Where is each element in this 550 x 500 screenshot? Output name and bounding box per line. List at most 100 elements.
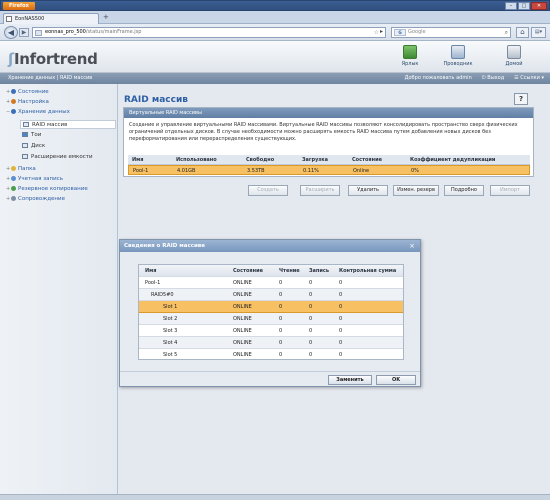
url-host: eonnas_pro_500: [45, 29, 86, 35]
browser-tab[interactable]: EonNAS500: [3, 13, 99, 24]
col-load: Загрузка: [302, 157, 329, 163]
dcol-status: Состояние: [233, 268, 263, 274]
sidebar-item-storage[interactable]: − Хранение данных: [6, 108, 70, 117]
search-engine-icon[interactable]: G: [394, 29, 406, 36]
details-button[interactable]: Подробно: [444, 185, 484, 196]
dcol-name: Имя: [145, 268, 157, 274]
table-row[interactable]: Pool-1 4.01GB 3.53TB 0.11% Online 0%: [128, 165, 530, 175]
col-free: Свободно: [246, 157, 275, 163]
address-bar[interactable]: eonnas_pro_500/status/mainFrame.jsp ☆: [32, 27, 386, 38]
volume-icon: [22, 132, 28, 137]
breadcrumb: Хранение данных | RAID массив: [8, 75, 93, 81]
go-arrow-icon[interactable]: ▸: [380, 28, 383, 35]
close-window-icon[interactable]: ✕: [531, 2, 547, 10]
sidebar-item-folder[interactable]: + Папка: [6, 165, 36, 174]
cell-used: 4.01GB: [177, 168, 196, 174]
cell-status: Online: [353, 168, 370, 174]
browser-title-bar: Firefox – □ ✕: [0, 0, 550, 11]
sidebar-item-disk[interactable]: Диск: [22, 142, 45, 151]
table-row[interactable]: Slot 1 ONLINE 0 0 0: [139, 301, 403, 313]
search-placeholder: Google: [408, 29, 426, 35]
home-label: Домой: [505, 61, 523, 67]
welcome-text: Добро пожаловать admin: [404, 75, 472, 81]
new-tab-button[interactable]: +: [103, 14, 112, 22]
firefox-menu-button[interactable]: Firefox: [3, 2, 35, 10]
sidebar-item-volume[interactable]: Тои: [22, 131, 41, 140]
table-row[interactable]: Slot 2 ONLINE 0 0 0: [139, 313, 403, 325]
import-button[interactable]: Импорт: [490, 185, 530, 196]
explorer-button[interactable]: Проводник: [436, 44, 480, 71]
table-row[interactable]: Slot 4 ONLINE 0 0 0: [139, 337, 403, 349]
shortcut-button[interactable]: Ярлык: [388, 44, 432, 71]
maintenance-icon: [11, 196, 16, 201]
dialog-title: Сведения о RAID массиве: [120, 240, 420, 252]
shortcut-icon: [403, 45, 417, 59]
raid-details-dialog: Сведения о RAID массиве × Имя Состояние …: [119, 239, 421, 387]
links-menu[interactable]: ☰ Ссылки ▾: [514, 73, 544, 84]
search-input[interactable]: G Google ⌕: [391, 27, 511, 38]
raid-icon: [23, 122, 29, 127]
sidebar-item-account[interactable]: + Учетная запись: [6, 175, 63, 184]
search-icon[interactable]: ⌕: [505, 28, 508, 37]
page-icon: [6, 16, 12, 22]
account-icon: [11, 176, 16, 181]
page-footer: [0, 494, 550, 500]
status-icon: [11, 89, 16, 94]
help-button[interactable]: ?: [514, 93, 528, 105]
expand-button[interactable]: Расширить: [300, 185, 340, 196]
raid-table-header: Имя Использовано Свободно Загрузка Состо…: [128, 155, 530, 165]
dialog-footer: Заменить OK: [120, 371, 420, 387]
col-dedup: Коэффициент дедупликации: [410, 157, 496, 163]
dialog-table: Имя Состояние Чтение Запись Контрольная …: [138, 264, 404, 360]
dcol-read: Чтение: [279, 268, 300, 274]
disk-icon: [22, 143, 28, 148]
dcol-write: Запись: [309, 268, 330, 274]
logout-link[interactable]: ⏻ Выход: [482, 73, 504, 84]
maximize-icon[interactable]: □: [518, 2, 530, 10]
delete-button[interactable]: Удалить: [348, 185, 388, 196]
app-header: ʃInfortrend Ярлык Проводник Домой: [0, 41, 550, 73]
cell-free: 3.53TB: [247, 168, 265, 174]
ok-button[interactable]: OK: [376, 375, 416, 385]
replace-button[interactable]: Заменить: [328, 375, 372, 385]
col-name: Имя: [132, 157, 144, 163]
sidebar-item-backup[interactable]: + Резервное копирование: [6, 185, 88, 194]
settings-icon: [11, 99, 16, 104]
cell-name: Pool-1: [133, 168, 149, 174]
sidebar-item-maintenance[interactable]: + Сопровождение: [6, 195, 65, 204]
panel-description: Создание и управление виртуальными RAID …: [129, 122, 518, 142]
table-row[interactable]: Slot 5 ONLINE 0 0 0: [139, 349, 403, 361]
storage-icon: [11, 109, 16, 114]
forward-arrow-icon[interactable]: ▶: [19, 28, 29, 37]
table-row[interactable]: RAID5#0 ONLINE 0 0 0: [139, 289, 403, 301]
home-button[interactable]: Домой: [492, 44, 536, 71]
table-row[interactable]: Pool-1 ONLINE 0 0 0: [139, 277, 403, 289]
home-icon: [507, 45, 521, 59]
sidebar-item-status[interactable]: + Состояние: [6, 88, 49, 97]
action-bar: Создать Расширить Удалить Измен. резерв …: [118, 185, 550, 197]
change-spare-button[interactable]: Измен. резерв: [393, 185, 439, 196]
home-icon[interactable]: ⌂: [516, 27, 529, 38]
close-icon[interactable]: ×: [409, 240, 415, 252]
sidebar-item-settings[interactable]: + Настройка: [6, 98, 49, 107]
menu-icon[interactable]: ▤▾: [531, 27, 546, 38]
sidebar-item-raid[interactable]: RAID массив: [20, 120, 116, 129]
minimize-icon[interactable]: –: [505, 2, 517, 10]
cell-dedup: 0%: [411, 168, 419, 174]
sidebar-item-expand[interactable]: Расширение емкости: [22, 153, 93, 162]
url-path: /status/mainFrame.jsp: [85, 29, 142, 35]
back-arrow-icon[interactable]: ◀: [4, 26, 18, 39]
status-strip: Хранение данных | RAID массив Добро пожа…: [0, 73, 550, 84]
cell-load: 0.11%: [303, 168, 319, 174]
raid-panel: Виртуальные RAID массивы Создание и упра…: [123, 107, 534, 177]
tab-title: EonNAS500: [15, 16, 45, 22]
shortcut-label: Ярлык: [401, 61, 419, 67]
table-row[interactable]: Slot 3 ONLINE 0 0 0: [139, 325, 403, 337]
expand-icon: [22, 154, 28, 159]
panel-title: Виртуальные RAID массивы: [124, 108, 533, 118]
create-button[interactable]: Создать: [248, 185, 288, 196]
bookmark-star-icon[interactable]: ☆: [374, 28, 379, 37]
page-title: RAID массив: [124, 95, 188, 105]
explorer-icon: [451, 45, 465, 59]
dialog-table-header: Имя Состояние Чтение Запись Контрольная …: [139, 265, 403, 277]
